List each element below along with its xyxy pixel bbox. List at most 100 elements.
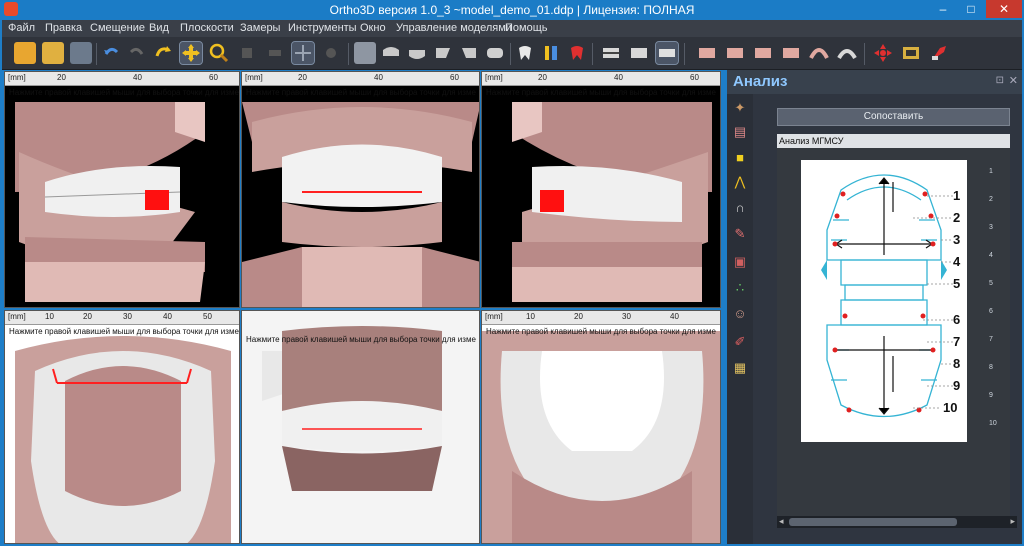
view-lower-icon[interactable] [406, 42, 428, 64]
diagram-label-9: 9 [953, 378, 960, 393]
panel-sidebar: ✦ ▤ ■ ⋀ ∩ ✎ ▣ ∴ ☺ ✐ ▦ [727, 94, 753, 544]
open-folder-2-icon[interactable] [42, 42, 64, 64]
title-bar: Ortho3D версия 1.0_3 ~model_demo_01.ddp … [0, 0, 1024, 20]
diagram-label-1: 1 [953, 188, 960, 203]
row-number: 6 [989, 308, 993, 315]
viewport-occlusion-front[interactable]: Нажмите правой клавишей мыши для выбора … [241, 310, 480, 544]
compare-button[interactable]: Сопоставить [777, 108, 1010, 126]
view-closed-icon[interactable] [655, 41, 679, 65]
view-front-icon[interactable] [600, 42, 622, 64]
undo-icon[interactable] [100, 42, 122, 64]
settings-tool-icon[interactable] [928, 42, 950, 64]
viewport-hint: Нажмите правой клавишей мыши для выбора … [246, 335, 476, 344]
arch-2-icon[interactable] [836, 42, 858, 64]
row-number: 4 [989, 252, 993, 259]
viewport-hint: Нажмите правой клавишей мыши для выбора … [9, 88, 239, 97]
menu-offset[interactable]: Смещение [90, 22, 145, 34]
dental-diagram-svg: 1 2 3 4 5 6 7 8 9 10 [821, 174, 961, 418]
export-icon[interactable] [900, 42, 922, 64]
arch-measure-icon[interactable]: ∩ [732, 200, 748, 216]
toolbar [2, 37, 1022, 70]
transform-red-icon[interactable] [872, 42, 894, 64]
view-left-icon[interactable] [432, 42, 454, 64]
maximize-button[interactable]: □ [958, 0, 984, 18]
points-icon[interactable]: ∴ [732, 280, 748, 296]
open-folder-icon[interactable] [14, 42, 36, 64]
diagram-label-6: 6 [953, 312, 960, 327]
diagram-label-4: 4 [953, 254, 961, 269]
view-occlusion-icon[interactable] [484, 42, 506, 64]
view-right-icon[interactable] [458, 42, 480, 64]
ruler-angle-icon[interactable]: ⋀ [732, 174, 748, 190]
diagram-label-5: 5 [953, 276, 960, 291]
viewport-right-side[interactable]: [mm] 20 40 60 Нажмите правой клавишей мы… [481, 71, 721, 308]
zoom-icon[interactable] [208, 42, 230, 64]
tool-disabled-2-icon[interactable] [264, 42, 286, 64]
menu-file[interactable]: Файл [8, 22, 35, 34]
viewport-left-side[interactable]: [mm] 20 40 60 Нажмите правой клавишей мы… [4, 71, 240, 308]
menu-edit[interactable]: Правка [45, 22, 82, 34]
app-window: Ortho3D версия 1.0_3 ~model_demo_01.ddp … [0, 0, 1024, 546]
toolbar-separator [684, 43, 685, 65]
face-icon[interactable]: ☺ [732, 306, 748, 322]
analysis-title: Анализ МГМСУ [777, 134, 1010, 148]
view-upper-icon[interactable] [380, 42, 402, 64]
minimize-button[interactable]: – [930, 0, 956, 18]
menu-tools[interactable]: Инструменты [288, 22, 357, 34]
diagram-label-3: 3 [953, 232, 960, 247]
report-icon[interactable]: ▦ [732, 360, 748, 376]
arch-icon[interactable] [808, 42, 830, 64]
menu-planes[interactable]: Плоскости [180, 22, 234, 34]
row-number: 1 [989, 168, 993, 175]
viewport-hint: Нажмите правой клавишей мыши для выбора … [246, 88, 476, 97]
menu-help[interactable]: Помощь [505, 22, 548, 34]
save-icon[interactable] [70, 42, 92, 64]
jaw-both-icon[interactable] [752, 42, 774, 64]
rotate-icon[interactable] [152, 42, 174, 64]
move-icon[interactable] [179, 41, 203, 65]
row-number: 3 [989, 224, 993, 231]
jaw-upper-icon[interactable] [696, 42, 718, 64]
viewport-lower-occlusal[interactable]: [mm] 10 20 30 40 Нажмите правой клавишей… [481, 310, 721, 544]
chart-icon[interactable]: ▣ [732, 254, 748, 270]
model-side-left-render [5, 86, 239, 307]
toolbar-separator [348, 43, 349, 65]
redo-disabled-icon[interactable] [126, 42, 148, 64]
view-back-icon[interactable] [628, 42, 650, 64]
horizontal-scrollbar[interactable]: ◂ ▸ [777, 516, 1017, 528]
layout-grid-icon[interactable] [354, 42, 376, 64]
viewport-front[interactable]: [mm] 20 40 60 Нажмите правой клавишей мы… [241, 71, 480, 308]
scroll-left-icon[interactable]: ◂ [779, 516, 784, 527]
note-icon[interactable]: ■ [732, 150, 748, 166]
panel-close-icon[interactable]: ✕ [1009, 74, 1018, 87]
jaw-measure-icon[interactable]: ▤ [732, 124, 748, 140]
tooth-red-icon[interactable] [566, 42, 588, 64]
menu-model-management[interactable]: Управление моделями [396, 22, 512, 34]
close-button[interactable]: ✕ [986, 0, 1022, 18]
menu-view[interactable]: Вид [149, 22, 169, 34]
scrollbar-thumb[interactable] [789, 518, 957, 526]
pin-icon[interactable]: ⊡ [996, 75, 1004, 86]
menu-measures[interactable]: Замеры [240, 22, 280, 34]
panel-header: Анализ ⊡ ✕ [727, 70, 1022, 94]
jaw-side-icon[interactable] [780, 42, 802, 64]
paint-tool-icon[interactable] [540, 42, 562, 64]
row-number: 2 [989, 196, 993, 203]
toolbar-separator [510, 43, 511, 65]
diagram-label-10: 10 [943, 400, 957, 415]
model-upper-render [5, 325, 239, 543]
tooth-tool-icon[interactable] [514, 42, 536, 64]
tooth-measure-icon[interactable]: ✦ [732, 100, 748, 116]
viewport-upper-occlusal[interactable]: [mm] 10 20 30 40 50 Нажмите правой клави… [4, 310, 240, 544]
tool-disabled-3-icon[interactable] [320, 42, 342, 64]
toolbar-separator [592, 43, 593, 65]
menu-window[interactable]: Окно [360, 22, 386, 34]
pan-view-icon[interactable] [291, 41, 315, 65]
pencil-icon[interactable]: ✎ [732, 226, 748, 242]
toolbar-separator [864, 43, 865, 65]
jaw-lower-icon[interactable] [724, 42, 746, 64]
scroll-right-icon[interactable]: ▸ [1010, 516, 1015, 527]
brush-icon[interactable]: ✐ [732, 334, 748, 350]
tool-disabled-icon[interactable] [236, 42, 258, 64]
toolbar-separator [96, 43, 97, 65]
